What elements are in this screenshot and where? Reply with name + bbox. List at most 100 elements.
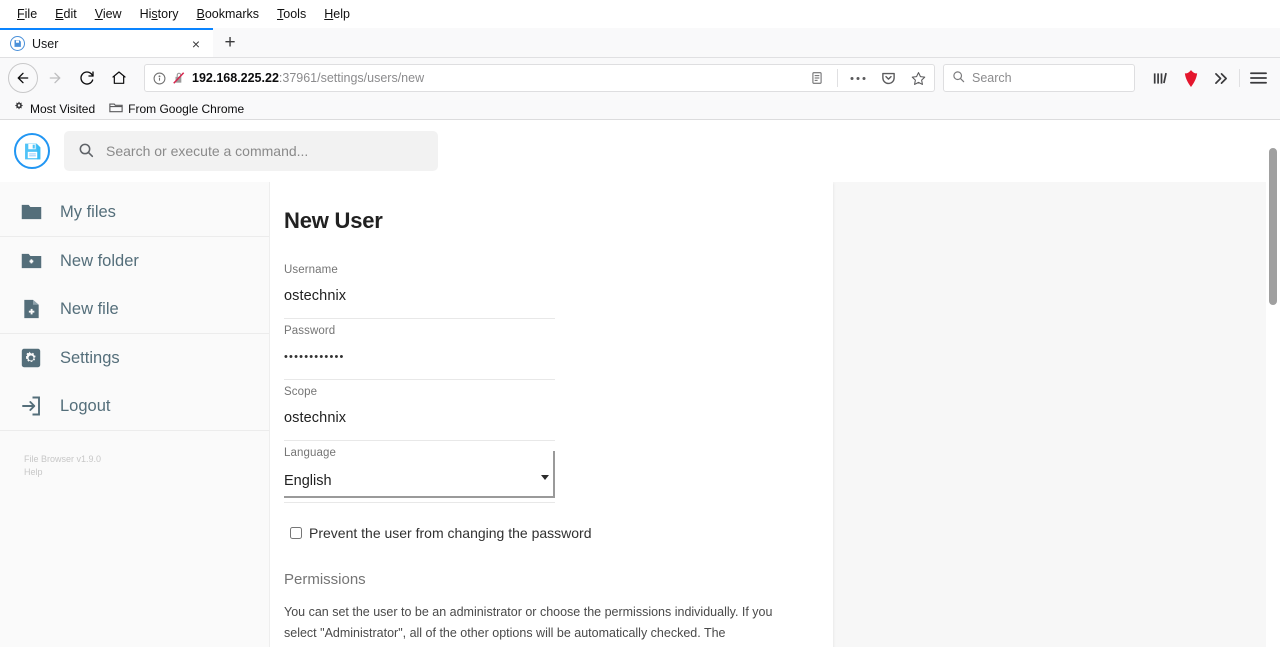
sidebar-item-label: New file — [60, 299, 119, 318]
sidebar-item-label: Settings — [60, 348, 120, 367]
navigation-toolbar: 192.168.225.22:37961/settings/users/new … — [0, 58, 1280, 98]
folder-icon — [109, 101, 123, 116]
back-arrow-icon[interactable] — [8, 63, 38, 93]
hamburger-menu-icon[interactable] — [1244, 64, 1272, 92]
sidebar-group-files: My files — [0, 188, 269, 237]
scope-input[interactable]: ostechnix — [284, 407, 555, 441]
prevent-password-change-label: Prevent the user from changing the passw… — [309, 525, 592, 541]
bookmark-label: Most Visited — [30, 101, 96, 116]
field-label: Username — [284, 264, 338, 276]
sidebar-group-create: New folder New file — [0, 237, 269, 334]
folder-icon — [20, 201, 42, 223]
menu-history[interactable]: History — [131, 3, 188, 25]
page-viewport: Search or execute a command... My files — [0, 120, 1280, 647]
new-user-card: New User Username ostechnix Password •••… — [270, 182, 833, 647]
field-label: Password — [284, 325, 336, 337]
library-icon[interactable] — [1147, 64, 1175, 92]
url-path: :37961/settings/users/new — [278, 71, 425, 85]
new-tab-button[interactable]: + — [213, 28, 247, 57]
search-icon — [78, 142, 94, 161]
toolbar-right — [1147, 64, 1272, 92]
star-icon[interactable] — [906, 66, 930, 90]
chevron-down-icon[interactable] — [541, 475, 549, 480]
sidebar-credits: File Browser v1.9.0 Help — [0, 431, 269, 479]
browser-search-bar[interactable]: Search — [943, 64, 1135, 92]
ellipsis-icon[interactable] — [846, 66, 870, 90]
sidebar-item-settings[interactable]: Settings — [0, 334, 269, 382]
tab-strip: User × + — [0, 28, 1280, 58]
bookmark-label: From Google Chrome — [128, 101, 245, 116]
logout-icon — [20, 395, 42, 417]
broken-lock-icon[interactable] — [172, 71, 186, 85]
browser-chrome: File Edit View History Bookmarks Tools H… — [0, 0, 1280, 120]
sidebar-item-label: My files — [60, 202, 116, 221]
main-content: New User Username ostechnix Password •••… — [270, 182, 1280, 647]
sidebar-item-new-folder[interactable]: New folder — [0, 237, 269, 285]
tab-title: User — [32, 36, 59, 51]
url-text[interactable]: 192.168.225.22:37961/settings/users/new — [192, 71, 799, 85]
menu-file[interactable]: File — [8, 3, 46, 25]
folder-plus-icon — [20, 250, 42, 272]
field-username: Username ostechnix — [284, 264, 799, 319]
menu-bar: File Edit View History Bookmarks Tools H… — [0, 0, 1280, 28]
field-password: Password •••••••••••• — [284, 325, 799, 380]
field-scope: Scope ostechnix — [284, 386, 799, 441]
sidebar-item-new-file[interactable]: New file — [0, 285, 269, 333]
file-plus-icon — [20, 298, 42, 320]
permissions-heading: Permissions — [284, 571, 366, 588]
sidebar-item-my-files[interactable]: My files — [0, 188, 269, 236]
field-language: Language English — [284, 447, 799, 503]
pocket-save-icon[interactable] — [1177, 64, 1205, 92]
page-scrollbar-thumb[interactable] — [1269, 148, 1277, 305]
password-input[interactable]: •••••••••••• — [284, 346, 555, 380]
help-link[interactable]: Help — [24, 466, 269, 479]
home-icon[interactable] — [104, 63, 134, 93]
close-icon[interactable]: × — [187, 35, 205, 53]
sidebar-group-account: Settings Logout — [0, 334, 269, 431]
reload-icon[interactable] — [72, 63, 102, 93]
app-header: Search or execute a command... — [0, 120, 1280, 182]
menu-tools[interactable]: Tools — [268, 3, 315, 25]
menu-view[interactable]: View — [86, 3, 131, 25]
language-select[interactable]: English — [284, 468, 550, 494]
toolbar-divider-2 — [1239, 69, 1240, 87]
username-input[interactable]: ostechnix — [284, 285, 555, 319]
gear-icon — [20, 347, 42, 369]
field-label: Scope — [284, 386, 318, 398]
url-host: 192.168.225.22 — [192, 71, 279, 85]
search-placeholder: Search or execute a command... — [106, 143, 309, 159]
prevent-password-change-row[interactable]: Prevent the user from changing the passw… — [290, 525, 799, 541]
menu-bookmarks[interactable]: Bookmarks — [188, 3, 269, 25]
command-search-input[interactable]: Search or execute a command... — [64, 131, 438, 171]
menu-help[interactable]: Help — [315, 3, 359, 25]
pocket-icon[interactable] — [876, 66, 900, 90]
prevent-password-change-checkbox[interactable] — [290, 527, 302, 539]
star-gear-icon — [13, 101, 25, 116]
search-icon — [952, 70, 965, 86]
url-bar[interactable]: 192.168.225.22:37961/settings/users/new — [144, 64, 935, 92]
sidebar-item-label: Logout — [60, 396, 111, 415]
app-body: My files New folder New file Settings Lo… — [0, 182, 1280, 647]
permissions-description: You can set the user to be an administra… — [284, 605, 773, 640]
save-disk-icon — [10, 36, 25, 51]
page-title: New User — [284, 208, 383, 233]
page-scrollbar[interactable] — [1266, 120, 1280, 647]
reader-view-icon[interactable] — [805, 66, 829, 90]
toolbar-divider — [837, 69, 838, 87]
overflow-chevrons-icon[interactable] — [1207, 64, 1235, 92]
sidebar-item-logout[interactable]: Logout — [0, 382, 269, 430]
language-select-wrap: English — [284, 451, 555, 503]
search-placeholder: Search — [972, 71, 1012, 85]
bookmark-from-google-chrome[interactable]: From Google Chrome — [104, 99, 249, 118]
save-disk-logo[interactable] — [14, 133, 50, 169]
browser-tab-user[interactable]: User × — [0, 28, 213, 57]
bookmarks-toolbar: Most Visited From Google Chrome — [0, 98, 1280, 120]
field-label: Language — [284, 447, 336, 459]
forward-arrow-icon — [40, 63, 70, 93]
menu-edit[interactable]: Edit — [46, 3, 86, 25]
info-circle-icon[interactable] — [153, 72, 166, 85]
app-version: File Browser v1.9.0 — [24, 454, 102, 464]
sidebar: My files New folder New file Settings Lo… — [0, 182, 270, 647]
sidebar-item-label: New folder — [60, 251, 139, 270]
bookmark-most-visited[interactable]: Most Visited — [8, 99, 100, 118]
